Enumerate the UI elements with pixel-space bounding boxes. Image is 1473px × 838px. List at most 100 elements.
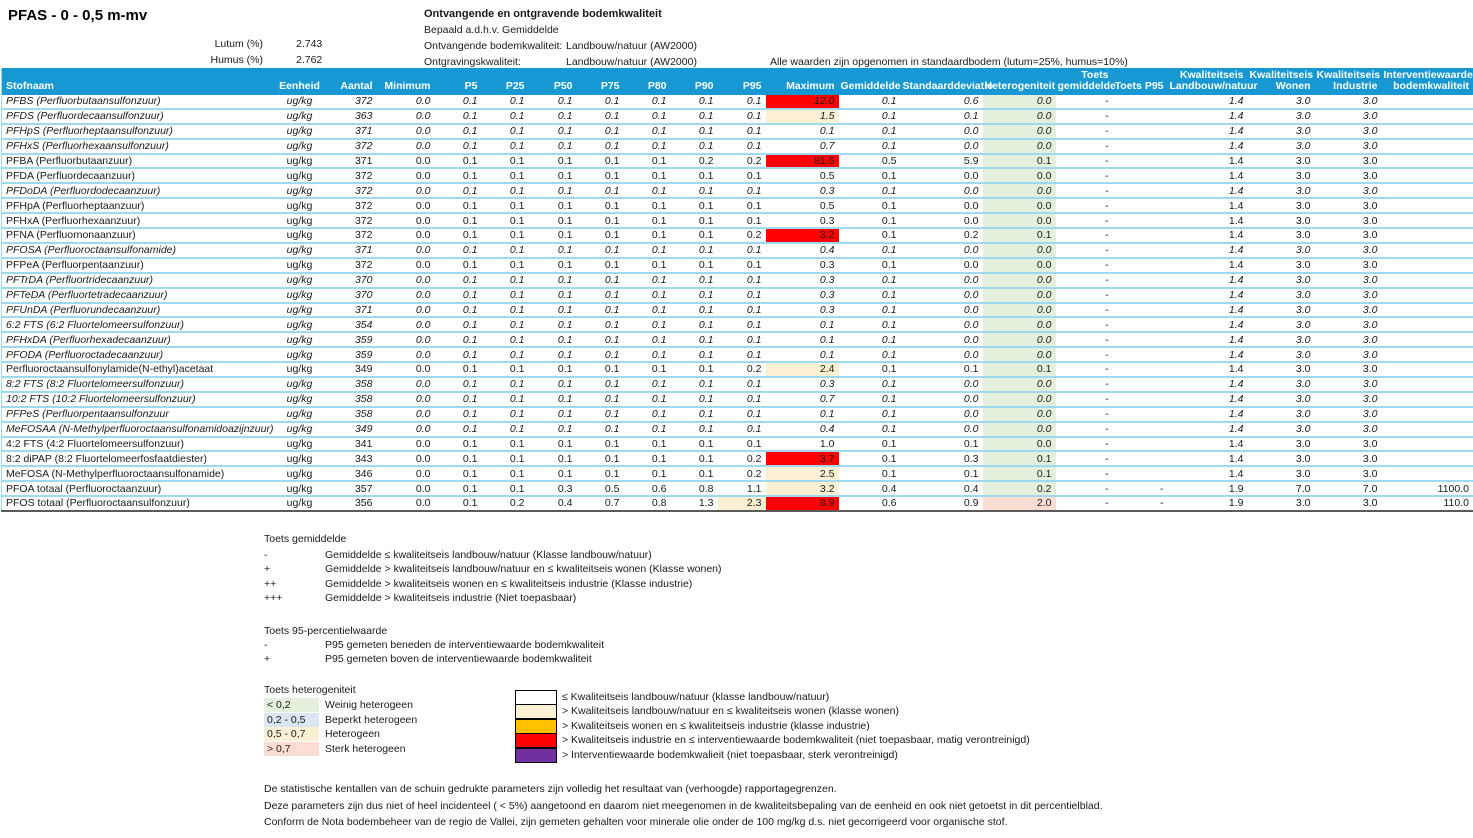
cell-interventiewaarde: [1382, 422, 1473, 437]
heterogeniteit-range-text: Sterk heterogeen: [325, 743, 406, 755]
cell-p5: 0.1: [435, 422, 482, 437]
cell-toets-p95: [1113, 183, 1168, 198]
legend-symbol: -: [264, 549, 316, 561]
note-line: De statistische kentallen van de schuin …: [264, 783, 837, 795]
cell-gemiddelde: 0.6: [839, 496, 901, 511]
cell-kwaliteitseis-landbouw-natuur: 1.4: [1168, 95, 1248, 109]
cell-toets-gemiddelde: -: [1056, 317, 1113, 332]
cell-p95: 0.1: [718, 377, 766, 392]
cell-p80: 0.1: [624, 95, 671, 109]
cell-p80: 0.1: [624, 124, 671, 139]
cell-kwaliteitseis-wonen: 3.0: [1248, 437, 1315, 452]
cell-maximum: 0.1: [766, 317, 839, 332]
cell-p50: 0.1: [529, 317, 577, 332]
column-header-p75: P75: [577, 68, 624, 95]
cell-p5: 0.1: [435, 347, 482, 362]
cell-gemiddelde: 0.1: [839, 139, 901, 154]
cell-p95: 0.1: [718, 422, 766, 437]
cell-gemiddelde: 0.1: [839, 332, 901, 347]
cell-p90: 0.1: [671, 109, 718, 124]
page-title: PFAS - 0 - 0,5 m-mv: [8, 7, 147, 24]
cell-gemiddelde: 0.1: [839, 451, 901, 466]
cell-p80: 0.1: [624, 198, 671, 213]
cell-p90: 0.1: [671, 228, 718, 243]
cell-toets-gemiddelde: -: [1056, 168, 1113, 183]
cell-stofnaam: PFHxA (Perfluorhexaanzuur): [2, 213, 272, 228]
cell-p50: 0.1: [529, 139, 577, 154]
cell-p50: 0.1: [529, 407, 577, 422]
cell-kwaliteitseis-industrie: 3.0: [1315, 154, 1382, 169]
cell-p25: 0.1: [482, 466, 529, 481]
cell-interventiewaarde: [1382, 168, 1473, 183]
class-color-swatch: [515, 748, 557, 763]
cell-p5: 0.1: [435, 109, 482, 124]
cell-kwaliteitseis-wonen: 3.0: [1248, 496, 1315, 511]
cell-toets-gemiddelde: -: [1056, 392, 1113, 407]
cell-p25: 0.1: [482, 273, 529, 288]
cell-p75: 0.1: [577, 139, 624, 154]
cell-p90: 0.2: [671, 154, 718, 169]
cell-stofnaam: 6:2 FTS (6:2 Fluortelomeersulfonzuur): [2, 317, 272, 332]
cell-aantal: 372: [330, 258, 377, 273]
column-header-standaarddeviatie: Standaarddeviatie: [901, 68, 983, 95]
cell-minimum: 0.0: [377, 347, 435, 362]
cell-p5: 0.1: [435, 466, 482, 481]
cell-p5: 0.1: [435, 451, 482, 466]
cell-p5: 0.1: [435, 213, 482, 228]
cell-kwaliteitseis-wonen: 3.0: [1248, 317, 1315, 332]
cell-kwaliteitseis-industrie: 3.0: [1315, 496, 1382, 511]
cell-eenheid: ug/kg: [272, 407, 330, 422]
cell-kwaliteitseis-wonen: 3.0: [1248, 273, 1315, 288]
cell-stofnaam: Perfluoroctaansulfonylamide(N-ethyl)acet…: [2, 362, 272, 377]
cell-kwaliteitseis-landbouw-natuur: 1.4: [1168, 288, 1248, 303]
cell-toets-p95: [1113, 228, 1168, 243]
cell-toets-gemiddelde: -: [1056, 332, 1113, 347]
cell-interventiewaarde: [1382, 288, 1473, 303]
cell-kwaliteitseis-wonen: 3.0: [1248, 258, 1315, 273]
cell-standaarddeviatie: 0.1: [901, 362, 983, 377]
cell-toets-gemiddelde: -: [1056, 288, 1113, 303]
cell-p80: 0.8: [624, 496, 671, 511]
cell-toets-p95: [1113, 362, 1168, 377]
cell-stofnaam: MeFOSAA (N-Methylperfluoroctaansulfonami…: [2, 422, 272, 437]
cell-eenheid: ug/kg: [272, 213, 330, 228]
table-row: 8:2 FTS (8:2 Fluortelomeersulfonzuur)ug/…: [2, 377, 1473, 392]
cell-minimum: 0.0: [377, 168, 435, 183]
table-row: PFOS totaal (Perfluoroctaansulfonzuur)ug…: [2, 496, 1473, 511]
cell-p25: 0.1: [482, 139, 529, 154]
cell-eenheid: ug/kg: [272, 183, 330, 198]
column-header-p90: P90: [671, 68, 718, 95]
humus-label: Humus (%): [180, 54, 263, 66]
legend-text: P95 gemeten beneden de interventiewaarde…: [325, 639, 604, 651]
cell-gemiddelde: 0.1: [839, 288, 901, 303]
cell-toets-p95: [1113, 347, 1168, 362]
cell-p95: 0.2: [718, 154, 766, 169]
cell-toets-gemiddelde: -: [1056, 124, 1113, 139]
cell-minimum: 0.0: [377, 288, 435, 303]
cell-toets-p95: [1113, 288, 1168, 303]
cell-eenheid: ug/kg: [272, 451, 330, 466]
cell-aantal: 371: [330, 154, 377, 169]
cell-aantal: 343: [330, 451, 377, 466]
cell-gemiddelde: 0.4: [839, 481, 901, 496]
cell-minimum: 0.0: [377, 154, 435, 169]
cell-interventiewaarde: [1382, 228, 1473, 243]
cell-p95: 0.1: [718, 109, 766, 124]
bepaald-subtitle: Bepaald a.d.h.v. Gemiddelde: [424, 24, 559, 36]
cell-stofnaam: PFPeS (Perfluorpentaansulfonzuur: [2, 407, 272, 422]
cell-toets-p95: [1113, 243, 1168, 258]
column-header-maximum: Maximum: [766, 68, 839, 95]
cell-aantal: 363: [330, 109, 377, 124]
cell-minimum: 0.0: [377, 243, 435, 258]
cell-p50: 0.1: [529, 451, 577, 466]
cell-stofnaam: PFOSA (Perfluoroctaansulfonamide): [2, 243, 272, 258]
heterogeniteit-range-cell: 0,2 - 0,5: [264, 713, 319, 727]
legend-symbol: +++: [264, 592, 316, 604]
cell-toets-p95: [1113, 407, 1168, 422]
cell-p5: 0.1: [435, 332, 482, 347]
cell-kwaliteitseis-landbouw-natuur: 1.4: [1168, 407, 1248, 422]
cell-maximum: 0.5: [766, 168, 839, 183]
cell-interventiewaarde: [1382, 124, 1473, 139]
cell-gemiddelde: 0.1: [839, 362, 901, 377]
table-row: PFODA (Perfluoroctadecaanzuur)ug/kg3590.…: [2, 347, 1473, 362]
